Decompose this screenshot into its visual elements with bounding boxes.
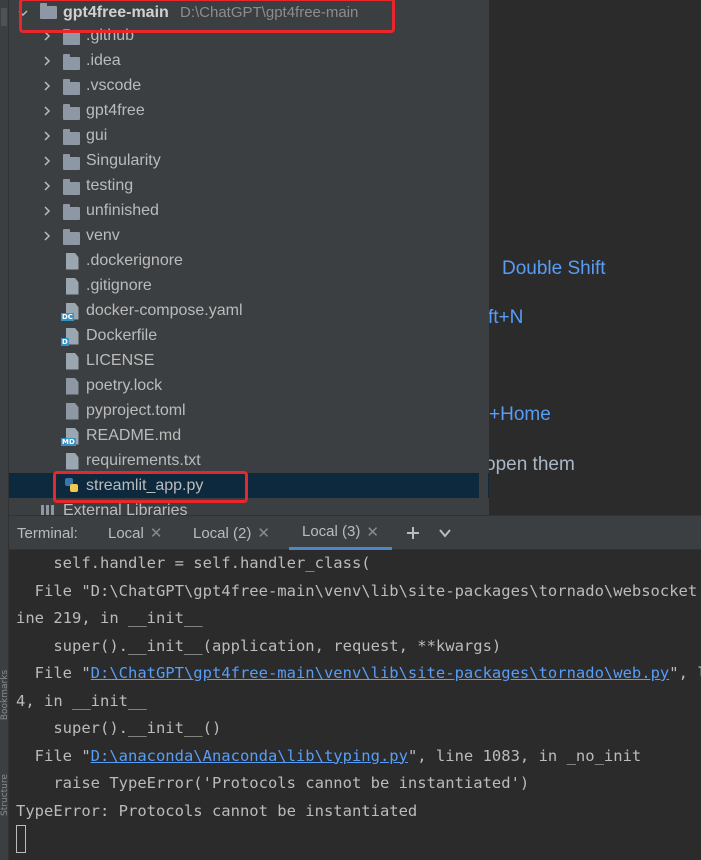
tree-label: .gitignore — [86, 276, 152, 294]
tree-label: LICENSE — [86, 351, 155, 369]
tree-row-file[interactable]: requirements.txt — [9, 448, 489, 473]
tree-row-folder[interactable]: gui — [9, 123, 489, 148]
highlight-streamlit-box — [53, 471, 248, 503]
tree-row-folder[interactable]: venv — [9, 223, 489, 248]
tree-row-file[interactable]: .gitignore — [9, 273, 489, 298]
chevron-right-icon[interactable] — [40, 173, 54, 198]
tab-label: Local — [108, 524, 144, 542]
gitignore-file-icon — [63, 276, 81, 296]
tree-row-folder[interactable]: testing — [9, 173, 489, 198]
tree-label: gpt4free — [86, 101, 145, 119]
tree-row-folder[interactable]: unfinished — [9, 198, 489, 223]
text-file-icon — [63, 251, 81, 271]
tree-label: unfinished — [86, 201, 159, 219]
drop-files-hint: open them — [489, 454, 575, 475]
tree-label: .dockerignore — [86, 251, 183, 269]
file-link[interactable]: D:\ChatGPT\gpt4free-main\venv\lib\site-p… — [91, 664, 670, 682]
chevron-right-icon[interactable] — [40, 123, 54, 148]
libraries-icon — [39, 501, 57, 515]
tab-label: Local (3) — [302, 523, 361, 540]
terminal-line: super().__init__(application, request, *… — [16, 636, 502, 655]
tree-row-file[interactable]: pyproject.toml — [9, 398, 489, 423]
tree-row-file[interactable]: LICENSE — [9, 348, 489, 373]
folder-icon — [62, 203, 80, 223]
dockerfile-icon: D — [61, 326, 81, 346]
terminal-line: File "D:\ChatGPT\gpt4free-main\venv\lib\… — [16, 581, 701, 600]
docker-compose-file-icon: DC — [61, 301, 81, 321]
tree-row-file[interactable]: poetry.lock — [9, 373, 489, 398]
tree-label: Dockerfile — [86, 326, 158, 344]
tree-label: poetry.lock — [86, 376, 163, 394]
tab-local-3[interactable]: Local (3) ✕ — [289, 516, 392, 550]
tree-label: .idea — [86, 51, 121, 69]
terminal-line: File "D:\ChatGPT\gpt4free-main\venv\lib\… — [16, 664, 701, 682]
tree-row-folder[interactable]: Singularity — [9, 148, 489, 173]
close-icon[interactable]: ✕ — [366, 523, 379, 541]
chevron-right-icon[interactable] — [40, 98, 54, 123]
chevron-right-icon[interactable] — [40, 223, 54, 248]
tree-row-file[interactable]: .dockerignore — [9, 248, 489, 273]
folder-icon — [62, 178, 80, 198]
tab-label: Local (2) — [193, 524, 252, 542]
folder-icon — [62, 228, 80, 248]
text-file-icon — [63, 351, 81, 371]
terminal-label: Terminal: — [17, 524, 78, 542]
terminal-cursor — [16, 825, 26, 853]
terminal-line: self.handler = self.handler_class( — [16, 554, 371, 572]
tree-label: gui — [86, 126, 108, 144]
close-icon[interactable]: ✕ — [150, 524, 163, 542]
close-icon[interactable]: ✕ — [257, 524, 270, 542]
folder-icon — [62, 53, 80, 73]
tree-row-folder[interactable]: .vscode — [9, 73, 489, 98]
goto-file-shortcut: ft+N — [489, 307, 524, 328]
toml-file-icon — [63, 376, 81, 396]
tree-label: README.md — [86, 426, 182, 444]
tree-label: External Libraries — [63, 501, 188, 516]
tree-label: venv — [86, 226, 120, 244]
tree-label: Singularity — [86, 151, 161, 169]
folder-icon — [62, 103, 80, 123]
project-tree-panel: gpt4free-main D:\ChatGPT\gpt4free-main .… — [9, 0, 489, 515]
terminal-line: TypeError: Protocols cannot be instantia… — [16, 801, 418, 820]
tree-label: docker-compose.yaml — [86, 301, 243, 319]
highlight-root-box — [19, 0, 395, 33]
tree-label: .vscode — [86, 76, 142, 94]
markdown-file-icon: MD — [61, 426, 81, 446]
tab-local[interactable]: Local ✕ — [108, 516, 162, 550]
tree-row-file[interactable]: DC docker-compose.yaml — [9, 298, 489, 323]
terminal-tab-bar: Terminal: Local ✕ Local (2) ✕ Local (3) ✕ — [9, 515, 701, 550]
tree-row-folder[interactable]: .idea — [9, 48, 489, 73]
terminal-line: super().__init__() — [16, 719, 222, 737]
toml-file-icon — [63, 401, 81, 421]
plus-icon[interactable] — [406, 516, 420, 550]
chevron-right-icon[interactable] — [40, 198, 54, 223]
chevron-down-icon[interactable] — [438, 516, 452, 550]
folder-icon — [62, 78, 80, 98]
left-tool-strip: Bookmarks Structure — [0, 0, 10, 860]
navigation-bar-shortcut: +Home — [489, 404, 551, 425]
tree-row-file[interactable]: D Dockerfile — [9, 323, 489, 348]
terminal-line: raise TypeError('Protocols cannot be ins… — [16, 774, 530, 792]
tree-label: requirements.txt — [86, 451, 201, 469]
folder-icon — [62, 153, 80, 173]
terminal-line: 4, in __init__ — [16, 691, 147, 710]
folder-icon — [62, 128, 80, 148]
chevron-right-icon[interactable] — [40, 73, 54, 98]
terminal-line: ine 219, in __init__ — [16, 609, 203, 627]
chevron-right-icon[interactable] — [40, 148, 54, 173]
terminal-line: File "D:\anaconda\Anaconda\lib\typing.py… — [16, 746, 642, 765]
text-file-icon — [63, 451, 81, 471]
chevron-right-icon[interactable] — [40, 48, 54, 73]
project-tool-button[interactable] — [1, 8, 7, 26]
editor-empty-area: Double Shift ft+N +Home open them — [489, 0, 701, 515]
tree-row-file[interactable]: MD README.md — [9, 423, 489, 448]
tree-row-folder[interactable]: gpt4free — [9, 98, 489, 123]
terminal-output[interactable]: self.handler = self.handler_class( File … — [9, 550, 701, 860]
tab-local-2[interactable]: Local (2) ✕ — [193, 516, 270, 550]
tree-label: testing — [86, 176, 134, 194]
tree-label: pyproject.toml — [86, 401, 186, 419]
search-everywhere-shortcut: Double Shift — [502, 258, 606, 279]
file-link[interactable]: D:\anaconda\Anaconda\lib\typing.py — [91, 747, 408, 765]
tree-scrollbar[interactable] — [479, 0, 488, 515]
